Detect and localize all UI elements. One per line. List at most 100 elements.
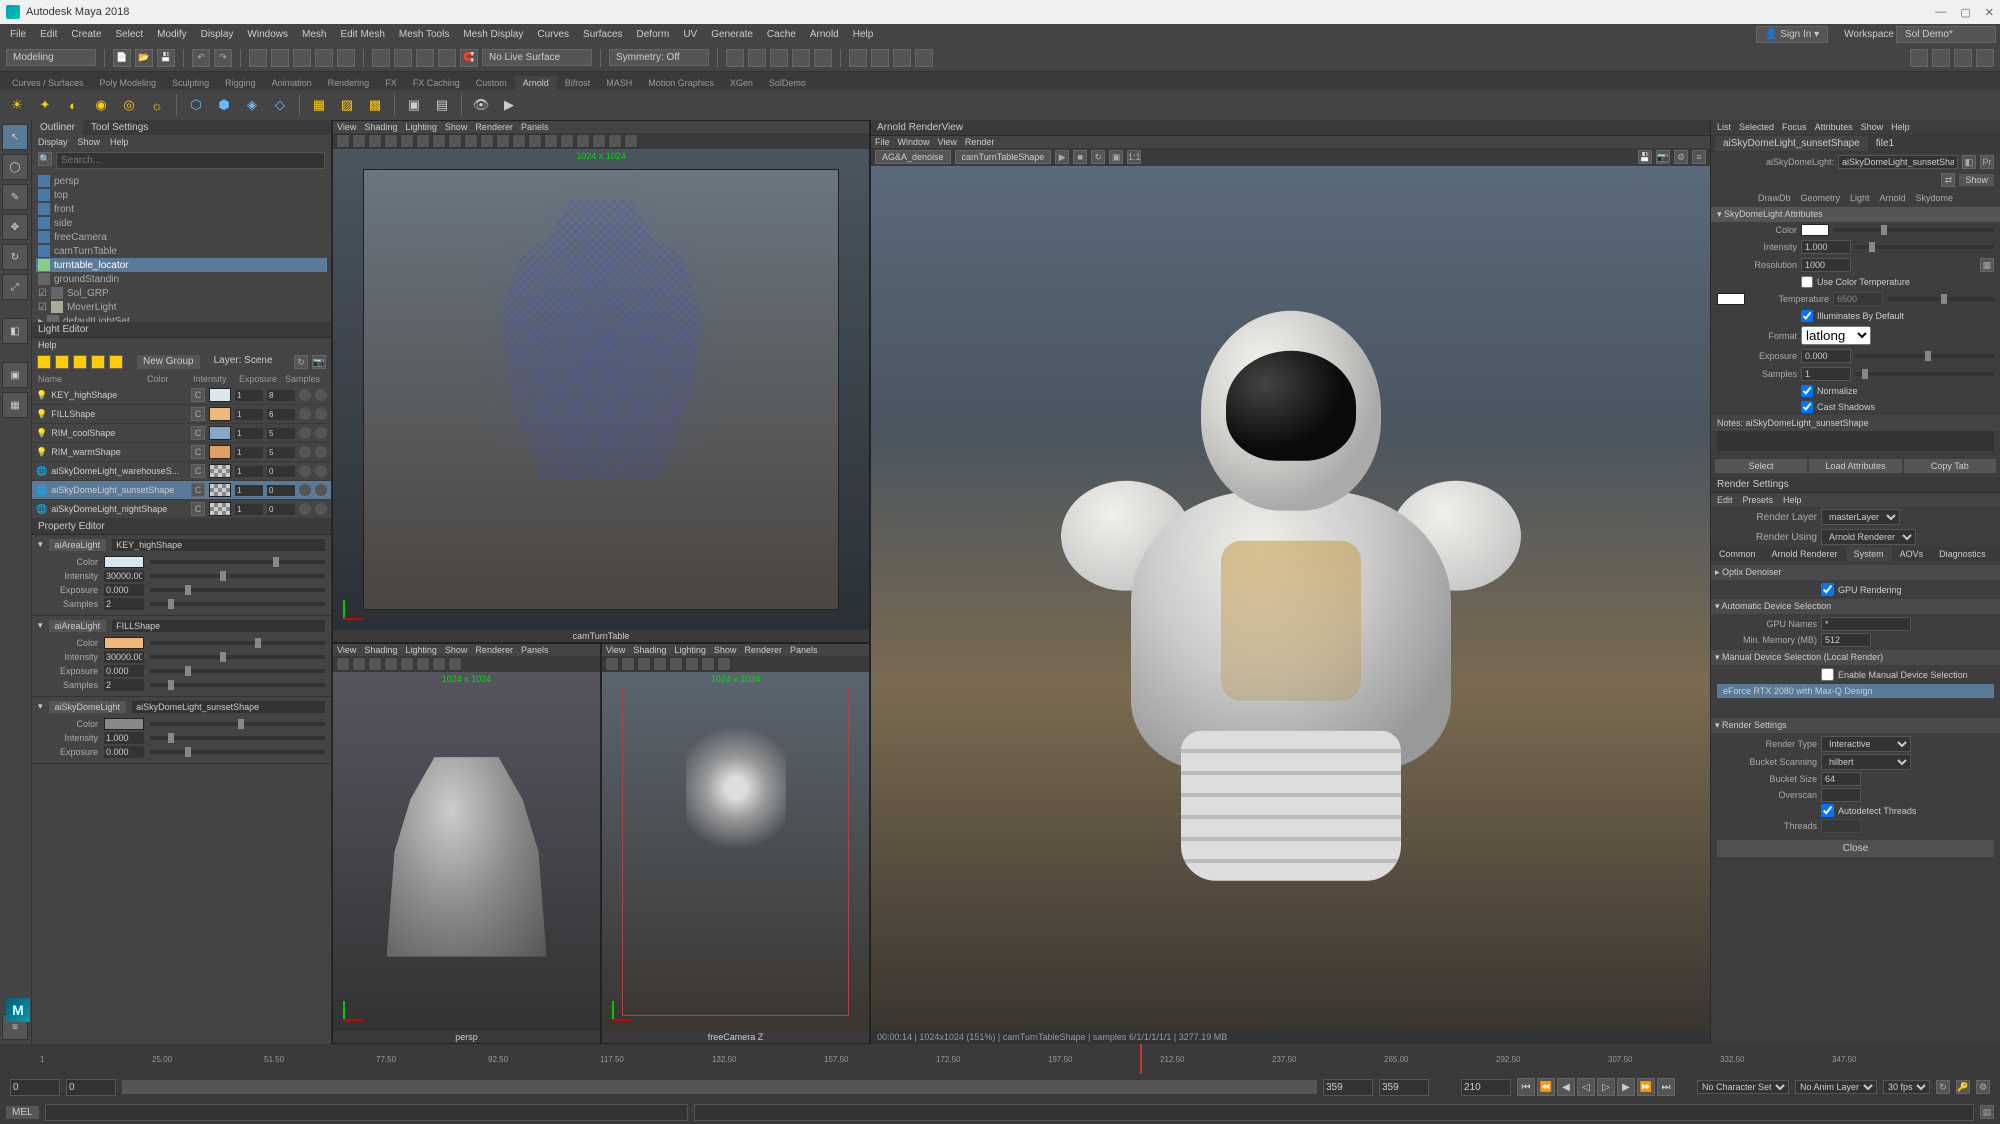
- arnold-cube-icon[interactable]: ⬡: [185, 94, 207, 116]
- snap-plane-icon[interactable]: [438, 49, 456, 67]
- rotate-tool[interactable]: ↻: [2, 244, 28, 270]
- map-icon[interactable]: ▦: [1980, 258, 1994, 272]
- load-attr-button[interactable]: Load Attributes: [1809, 459, 1901, 473]
- prefs-icon[interactable]: ⚙: [1976, 1080, 1990, 1094]
- shelf-tab-rigging[interactable]: Rigging: [217, 76, 264, 90]
- history-icon[interactable]: [726, 49, 744, 67]
- menu-create[interactable]: Create: [65, 27, 107, 42]
- arnold-flush-icon[interactable]: ▦: [308, 94, 330, 116]
- le-spot-light-icon[interactable]: [55, 355, 69, 369]
- arnold-light-icon[interactable]: ☀: [6, 94, 28, 116]
- menu-generate[interactable]: Generate: [705, 27, 759, 42]
- render-stop-icon[interactable]: ■: [1073, 150, 1087, 164]
- close-button[interactable]: Close: [1717, 840, 1994, 857]
- time-slider[interactable]: 125.0051.5077.5092.50117.50132.50157.501…: [0, 1044, 2000, 1074]
- render-icon[interactable]: [770, 49, 788, 67]
- menu-mesh-tools[interactable]: Mesh Tools: [393, 27, 455, 42]
- search-icon[interactable]: 🔍: [38, 152, 52, 166]
- lasso-tool[interactable]: ◯: [2, 154, 28, 180]
- redo-icon[interactable]: ↷: [214, 49, 232, 67]
- vp-tool-icon[interactable]: [336, 134, 350, 148]
- undo-icon[interactable]: ↶: [192, 49, 210, 67]
- le-area-light-icon[interactable]: [73, 355, 87, 369]
- arnold-photometric-icon[interactable]: ◉: [90, 94, 112, 116]
- shelf-tab-bifrost[interactable]: Bifrost: [557, 76, 599, 90]
- arnold-skydome-icon[interactable]: ✦: [34, 94, 56, 116]
- new-group-button[interactable]: New Group: [137, 355, 200, 369]
- fps-selector[interactable]: 30 fps: [1883, 1080, 1930, 1094]
- outliner[interactable]: persp top front side freeCamera camTurnT…: [32, 172, 331, 322]
- render-log-icon[interactable]: ≡: [1692, 150, 1706, 164]
- command-input[interactable]: [45, 1104, 688, 1121]
- focus-icon[interactable]: ◧: [1962, 155, 1976, 169]
- workspace-selector[interactable]: Sol Demo*: [1896, 26, 1996, 43]
- step-back-icon[interactable]: ◀: [1557, 1078, 1575, 1096]
- outliner-search[interactable]: [56, 152, 325, 169]
- close-button[interactable]: ✕: [1985, 6, 1994, 19]
- autokey-icon[interactable]: 🔑: [1956, 1080, 1970, 1094]
- render-region-icon[interactable]: ▣: [1109, 150, 1123, 164]
- menu-cache[interactable]: Cache: [761, 27, 802, 42]
- render-camera-selector[interactable]: camTurnTableShape: [955, 150, 1052, 164]
- shelf-tab-anim[interactable]: Animation: [264, 76, 320, 90]
- viewport-persp[interactable]: ViewShadingLightingShowRendererPanels 10…: [332, 643, 601, 1044]
- attr-tab-file[interactable]: file1: [1868, 136, 1902, 151]
- select-vertex-icon[interactable]: [249, 49, 267, 67]
- loop-icon[interactable]: ↻: [1936, 1080, 1950, 1094]
- range-start2[interactable]: [66, 1079, 116, 1096]
- last-tool[interactable]: ◧: [2, 318, 28, 344]
- move-tool[interactable]: ✥: [2, 214, 28, 240]
- outliner-help[interactable]: Help: [110, 137, 129, 147]
- attr-tab-node[interactable]: aiSkyDomeLight_sunsetShape: [1715, 136, 1868, 151]
- copy-tab-button[interactable]: Copy Tab: [1904, 459, 1996, 473]
- shelf-tab-soldemo[interactable]: SolDemo: [761, 76, 814, 90]
- panel-layout3-icon[interactable]: [893, 49, 911, 67]
- toggle-channel-icon[interactable]: [1954, 49, 1972, 67]
- shelf-tab-fxcache[interactable]: FX Caching: [405, 76, 468, 90]
- panel-layout2-icon[interactable]: [871, 49, 889, 67]
- layout-four-icon[interactable]: ▦: [2, 392, 28, 418]
- paint-select-tool[interactable]: ✎: [2, 184, 28, 210]
- render-refresh-icon[interactable]: ↻: [1091, 150, 1105, 164]
- play-fwd-icon[interactable]: ▷: [1597, 1078, 1615, 1096]
- symmetry-selector[interactable]: Symmetry: Off: [609, 49, 709, 66]
- shelf-tab-curves[interactable]: Curves / Surfaces: [4, 76, 92, 90]
- menu-deform[interactable]: Deform: [631, 27, 676, 42]
- render-scale-icon[interactable]: 1:1: [1127, 150, 1141, 164]
- show-button[interactable]: Show: [1959, 174, 1994, 186]
- arnold-ipr-icon[interactable]: ▤: [431, 94, 453, 116]
- shelf-tab-motion[interactable]: Motion Graphics: [640, 76, 722, 90]
- arnold-physical-sky-icon[interactable]: ☼: [146, 94, 168, 116]
- toggle-layer-icon[interactable]: [1976, 49, 1994, 67]
- arnold-render-icon[interactable]: ▣: [403, 94, 425, 116]
- shelf-tab-render[interactable]: Rendering: [320, 76, 378, 90]
- live-surface-selector[interactable]: No Live Surface: [482, 49, 592, 66]
- step-fwd-icon[interactable]: ▶: [1617, 1078, 1635, 1096]
- shelf-tab-poly[interactable]: Poly Modeling: [92, 76, 165, 90]
- menu-modify[interactable]: Modify: [151, 27, 192, 42]
- menu-set-selector[interactable]: Modeling: [6, 49, 96, 66]
- arnold-mesh-light-icon[interactable]: ◐: [62, 94, 84, 116]
- snap-curve-icon[interactable]: [394, 49, 412, 67]
- le-volume-light-icon[interactable]: [109, 355, 123, 369]
- select-tool[interactable]: ↖: [2, 124, 28, 150]
- menu-file[interactable]: File: [4, 27, 32, 42]
- shelf-tab-sculpt[interactable]: Sculpting: [164, 76, 217, 90]
- panel-layout-icon[interactable]: [849, 49, 867, 67]
- le-snapshot-icon[interactable]: 📷: [312, 355, 326, 369]
- viewport-top[interactable]: View Shading Lighting Show Renderer Pane…: [332, 120, 870, 643]
- range-end[interactable]: [1323, 1079, 1373, 1096]
- shelf-tab-arnold[interactable]: Arnold: [515, 76, 557, 90]
- panel-layout4-icon[interactable]: [915, 49, 933, 67]
- tab-tool-settings[interactable]: Tool Settings: [83, 120, 156, 135]
- arnold-tx-icon[interactable]: ▨: [336, 94, 358, 116]
- gpu-device[interactable]: eForce RTX 2080 with Max-Q Design: [1717, 684, 1994, 698]
- snap-grid-icon[interactable]: [372, 49, 390, 67]
- select-object-icon[interactable]: [315, 49, 333, 67]
- scale-tool[interactable]: ⤢: [2, 274, 28, 300]
- shelf-tab-xgen[interactable]: XGen: [722, 76, 761, 90]
- goto-end-icon[interactable]: ⏭: [1657, 1078, 1675, 1096]
- layout-single-icon[interactable]: ▣: [2, 362, 28, 388]
- menu-surfaces[interactable]: Surfaces: [577, 27, 628, 42]
- save-scene-icon[interactable]: 💾: [157, 49, 175, 67]
